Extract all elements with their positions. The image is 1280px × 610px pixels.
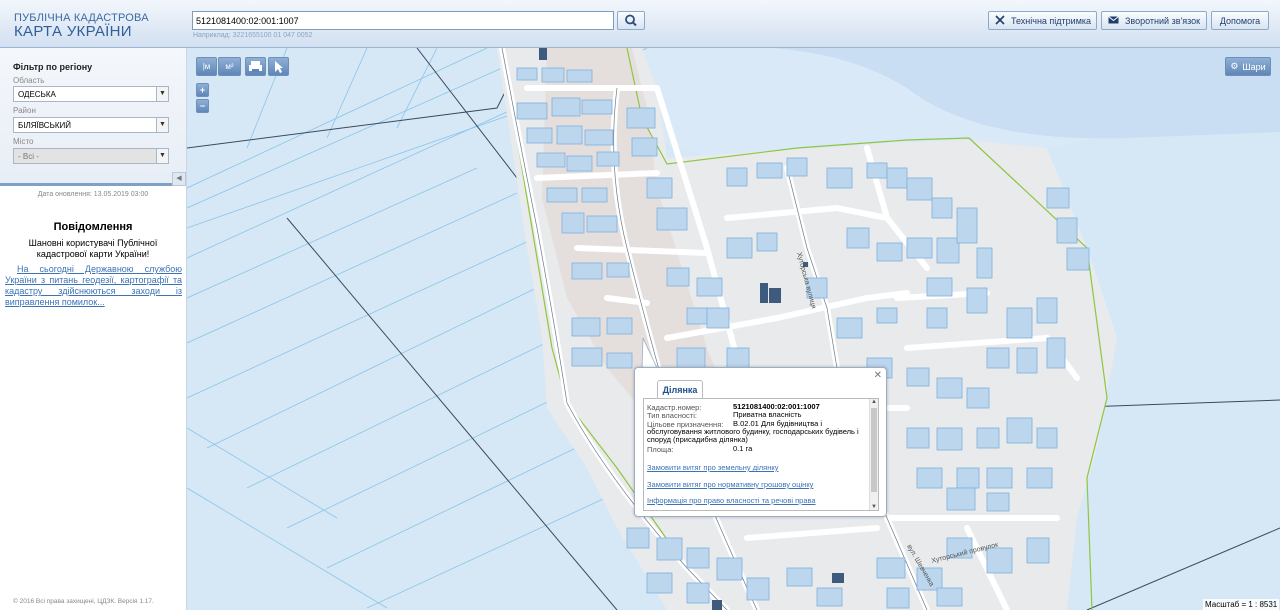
extract-valuation-link[interactable]: Замовити витяг про нормативну грошову оц…: [647, 480, 813, 489]
city-value: - Всі -: [18, 152, 39, 161]
tech-support-button[interactable]: Технічна підтримка: [988, 11, 1097, 30]
map-view[interactable]: Хуторська вулиця Хуторський провулок вул…: [187, 48, 1280, 610]
mail-icon: [1108, 15, 1119, 26]
info-tool-button[interactable]: [268, 57, 289, 76]
popup-scrollbar[interactable]: ▲ ▼: [869, 399, 878, 510]
scroll-down-icon[interactable]: ▼: [871, 504, 877, 510]
notice-link[interactable]: На сьогодні Державною службою України з …: [5, 264, 182, 308]
tools-icon: [995, 14, 1005, 27]
chevron-down-icon: ▼: [156, 118, 168, 132]
tab-parcel[interactable]: Ділянка: [657, 380, 703, 399]
notice-greeting: Шановні користувачі Публічної кадастрово…: [28, 238, 158, 259]
region-label: Область: [13, 76, 45, 85]
help-label: Допомога: [1219, 15, 1261, 26]
purpose-value: В.02.01 Для будівництва і обслуговування…: [647, 419, 859, 444]
info-cursor-icon: [275, 61, 283, 73]
gear-icon: ⚙: [1230, 61, 1239, 71]
area-value: 0.1 га: [733, 444, 753, 453]
feedback-label: Зворотний зв'язок: [1125, 15, 1201, 26]
region-select[interactable]: ОДЕСЬКА ▼: [13, 86, 169, 102]
zoom-out-button[interactable]: −: [196, 99, 209, 113]
area-label: Площа:: [647, 445, 674, 454]
search-input[interactable]: [192, 11, 614, 30]
sidebar: Фільтр по регіону Область ОДЕСЬКА ▼ Райо…: [0, 48, 187, 610]
city-label: Місто: [13, 137, 34, 146]
district-select[interactable]: БІЛЯЇВСЬКИЙ ▼: [13, 117, 169, 133]
district-value: БІЛЯЇВСЬКИЙ: [18, 121, 71, 130]
scale-label: Масштаб = 1 : 8531: [1203, 599, 1280, 610]
chevron-down-icon: ▼: [156, 149, 168, 163]
cadastral-map[interactable]: Хуторська вулиця Хуторський провулок вул…: [187, 48, 1280, 610]
measure-area-button[interactable]: м²: [218, 57, 241, 76]
search-example: Наприклад: 3221655100 01 047 0052: [193, 32, 313, 39]
layers-button[interactable]: ⚙ Шари: [1225, 57, 1271, 76]
notice-title: Повідомлення: [53, 221, 133, 233]
collapse-sidebar-button[interactable]: ◀: [172, 172, 186, 186]
help-button[interactable]: Допомога: [1211, 11, 1269, 30]
ruler-icon: |м: [202, 62, 211, 71]
filter-title: Фільтр по регіону: [13, 62, 93, 72]
parcel-popup: ✕ Ділянка Кадастр.номер: 5121081400:02:0…: [634, 367, 887, 517]
city-select[interactable]: - Всі - ▼: [13, 148, 169, 164]
zoom-in-button[interactable]: +: [196, 83, 209, 97]
feedback-button[interactable]: Зворотний зв'язок: [1101, 11, 1207, 30]
scroll-thumb[interactable]: [871, 408, 877, 492]
rights-info-link[interactable]: Інформація про право власності та речові…: [647, 496, 816, 505]
region-value: ОДЕСЬКА: [18, 90, 56, 99]
print-button[interactable]: [245, 57, 266, 76]
chevron-down-icon: ▼: [156, 87, 168, 101]
close-icon[interactable]: ✕: [874, 370, 882, 381]
ownership-label: Тип власності:: [647, 411, 697, 420]
popup-body: Кадастр.номер: 5121081400:02:001:1007 Ти…: [643, 398, 879, 511]
header: ПУБЛІЧНА КАДАСТРОВА КАРТА УКРАЇНИ Наприк…: [0, 0, 1280, 48]
logo-line2[interactable]: КАРТА УКРАЇНИ: [14, 23, 132, 40]
tech-support-label: Технічна підтримка: [1011, 15, 1092, 26]
search-icon: [625, 14, 637, 27]
measure-distance-button[interactable]: |м: [196, 57, 217, 76]
scroll-up-icon[interactable]: ▲: [871, 399, 877, 405]
extract-land-link[interactable]: Замовити витяг про земельну ділянку: [647, 463, 779, 472]
update-date: Дата оновлення: 13.05.2019 03:00: [37, 191, 149, 198]
region-filter: Фільтр по регіону Область ОДЕСЬКА ▼ Райо…: [0, 48, 186, 186]
search-button[interactable]: [617, 11, 645, 30]
district-label: Район: [13, 106, 36, 115]
layers-label: Шари: [1242, 61, 1266, 72]
copyright: © 2016 Всі права захищені, ЦДЗК. Версія …: [13, 598, 154, 605]
print-icon: [249, 61, 262, 72]
area-ruler-icon: м²: [225, 62, 234, 71]
ownership-value: Приватна власність: [733, 410, 802, 419]
